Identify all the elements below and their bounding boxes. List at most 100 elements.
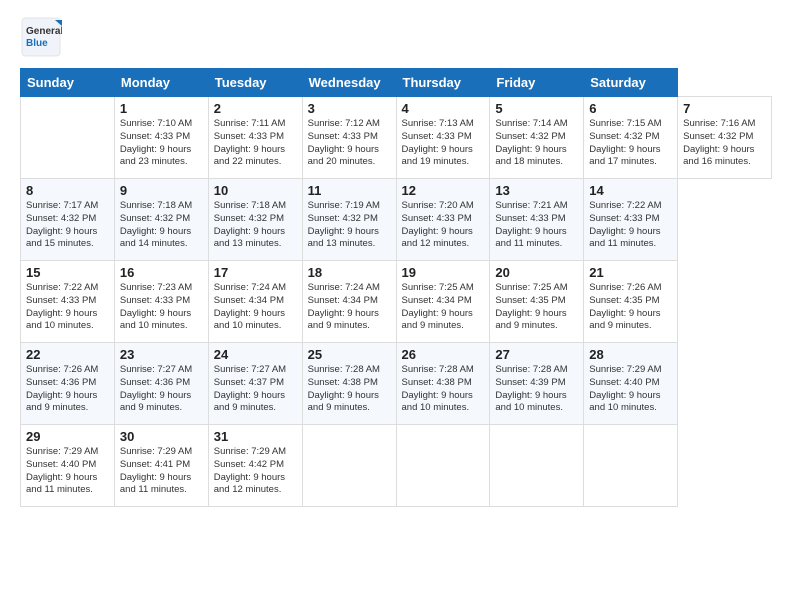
cell-info: Sunrise: 7:17 AMSunset: 4:32 PMDaylight:… xyxy=(26,200,98,249)
calendar-cell xyxy=(302,425,396,507)
day-number: 28 xyxy=(589,347,672,362)
calendar-cell xyxy=(584,425,678,507)
calendar-cell: 17 Sunrise: 7:24 AMSunset: 4:34 PMDayligh… xyxy=(208,261,302,343)
calendar-cell: 4Sunrise: 7:13 AMSunset: 4:33 PMDaylight… xyxy=(396,97,490,179)
day-number: 14 xyxy=(589,183,672,198)
day-header-monday: Monday xyxy=(114,69,208,97)
day-number: 10 xyxy=(214,183,297,198)
day-number: 1 xyxy=(120,101,203,116)
day-number: 23 xyxy=(120,347,203,362)
calendar-cell: 31 Sunrise: 7:29 AMSunset: 4:42 PMDayligh… xyxy=(208,425,302,507)
day-header-sunday: Sunday xyxy=(21,69,115,97)
calendar-cell: 20 Sunrise: 7:25 AMSunset: 4:35 PMDayligh… xyxy=(490,261,584,343)
cell-info: Sunrise: 7:12 AMSunset: 4:33 PMDaylight:… xyxy=(308,118,380,167)
page-container: General Blue SundayMondayTuesdayWednesda… xyxy=(0,0,792,517)
cell-info: Sunrise: 7:29 AMSunset: 4:41 PMDaylight:… xyxy=(120,446,192,495)
calendar-cell: 26Sunrise: 7:28 AMSunset: 4:38 PMDayligh… xyxy=(396,343,490,425)
day-number: 29 xyxy=(26,429,109,444)
calendar-cell: 9 Sunrise: 7:18 AMSunset: 4:32 PMDaylight… xyxy=(114,179,208,261)
cell-info: Sunrise: 7:18 AMSunset: 4:32 PMDaylight:… xyxy=(120,200,192,249)
calendar-table: SundayMondayTuesdayWednesdayThursdayFrid… xyxy=(20,68,772,507)
cell-info: Sunrise: 7:28 AMSunset: 4:39 PMDaylight:… xyxy=(495,364,567,413)
day-number: 3 xyxy=(308,101,391,116)
week-row-5: 29 Sunrise: 7:29 AMSunset: 4:40 PMDayligh… xyxy=(21,425,772,507)
svg-text:Blue: Blue xyxy=(26,38,48,49)
cell-info: Sunrise: 7:24 AMSunset: 4:34 PMDaylight:… xyxy=(308,282,380,331)
calendar-cell: 24 Sunrise: 7:27 AMSunset: 4:37 PMDayligh… xyxy=(208,343,302,425)
calendar-cell: 22Sunrise: 7:26 AMSunset: 4:36 PMDayligh… xyxy=(21,343,115,425)
calendar-cell: 29 Sunrise: 7:29 AMSunset: 4:40 PMDayligh… xyxy=(21,425,115,507)
day-header-tuesday: Tuesday xyxy=(208,69,302,97)
week-row-3: 15 Sunrise: 7:22 AMSunset: 4:33 PMDayligh… xyxy=(21,261,772,343)
day-header-thursday: Thursday xyxy=(396,69,490,97)
day-number: 20 xyxy=(495,265,578,280)
header: General Blue xyxy=(20,16,772,58)
calendar-cell: 28 Sunrise: 7:29 AMSunset: 4:40 PMDayligh… xyxy=(584,343,678,425)
cell-info: Sunrise: 7:11 AMSunset: 4:33 PMDaylight:… xyxy=(214,118,286,167)
calendar-cell: 7Sunrise: 7:16 AMSunset: 4:32 PMDaylight… xyxy=(678,97,772,179)
day-header-friday: Friday xyxy=(490,69,584,97)
day-number: 25 xyxy=(308,347,391,362)
cell-info: Sunrise: 7:29 AMSunset: 4:40 PMDaylight:… xyxy=(26,446,98,495)
cell-info: Sunrise: 7:19 AMSunset: 4:32 PMDaylight:… xyxy=(308,200,380,249)
calendar-cell: 5 Sunrise: 7:14 AMSunset: 4:32 PMDaylight… xyxy=(490,97,584,179)
day-header-wednesday: Wednesday xyxy=(302,69,396,97)
cell-info: Sunrise: 7:21 AMSunset: 4:33 PMDaylight:… xyxy=(495,200,567,249)
day-number: 22 xyxy=(26,347,109,362)
cell-info: Sunrise: 7:14 AMSunset: 4:32 PMDaylight:… xyxy=(495,118,567,167)
calendar-cell: 1 Sunrise: 7:10 AMSunset: 4:33 PMDaylight… xyxy=(114,97,208,179)
day-number: 17 xyxy=(214,265,297,280)
week-row-1: 1 Sunrise: 7:10 AMSunset: 4:33 PMDaylight… xyxy=(21,97,772,179)
day-number: 11 xyxy=(308,183,391,198)
calendar-cell: 18 Sunrise: 7:24 AMSunset: 4:34 PMDayligh… xyxy=(302,261,396,343)
day-number: 15 xyxy=(26,265,109,280)
cell-info: Sunrise: 7:15 AMSunset: 4:32 PMDaylight:… xyxy=(589,118,661,167)
calendar-cell: 23Sunrise: 7:27 AMSunset: 4:36 PMDayligh… xyxy=(114,343,208,425)
day-number: 24 xyxy=(214,347,297,362)
day-number: 16 xyxy=(120,265,203,280)
calendar-cell xyxy=(490,425,584,507)
cell-info: Sunrise: 7:10 AMSunset: 4:33 PMDaylight:… xyxy=(120,118,192,167)
cell-info: Sunrise: 7:29 AMSunset: 4:40 PMDaylight:… xyxy=(589,364,661,413)
day-number: 26 xyxy=(402,347,485,362)
cell-info: Sunrise: 7:22 AMSunset: 4:33 PMDaylight:… xyxy=(26,282,98,331)
calendar-cell: 15 Sunrise: 7:22 AMSunset: 4:33 PMDayligh… xyxy=(21,261,115,343)
cell-info: Sunrise: 7:18 AMSunset: 4:32 PMDaylight:… xyxy=(214,200,286,249)
calendar-cell xyxy=(21,97,115,179)
calendar-cell: 3 Sunrise: 7:12 AMSunset: 4:33 PMDaylight… xyxy=(302,97,396,179)
calendar-cell: 14 Sunrise: 7:22 AMSunset: 4:33 PMDayligh… xyxy=(584,179,678,261)
day-number: 18 xyxy=(308,265,391,280)
calendar-cell: 13 Sunrise: 7:21 AMSunset: 4:33 PMDayligh… xyxy=(490,179,584,261)
calendar-cell: 25Sunrise: 7:28 AMSunset: 4:38 PMDayligh… xyxy=(302,343,396,425)
cell-info: Sunrise: 7:25 AMSunset: 4:35 PMDaylight:… xyxy=(495,282,567,331)
cell-info: Sunrise: 7:27 AMSunset: 4:37 PMDaylight:… xyxy=(214,364,286,413)
day-header-saturday: Saturday xyxy=(584,69,678,97)
day-number: 4 xyxy=(402,101,485,116)
day-number: 2 xyxy=(214,101,297,116)
calendar-cell: 16 Sunrise: 7:23 AMSunset: 4:33 PMDayligh… xyxy=(114,261,208,343)
day-number: 21 xyxy=(589,265,672,280)
week-row-2: 8Sunrise: 7:17 AMSunset: 4:32 PMDaylight… xyxy=(21,179,772,261)
day-number: 9 xyxy=(120,183,203,198)
calendar-cell xyxy=(396,425,490,507)
week-row-4: 22Sunrise: 7:26 AMSunset: 4:36 PMDayligh… xyxy=(21,343,772,425)
cell-info: Sunrise: 7:16 AMSunset: 4:32 PMDaylight:… xyxy=(683,118,755,167)
logo-svg: General Blue xyxy=(20,16,62,58)
cell-info: Sunrise: 7:20 AMSunset: 4:33 PMDaylight:… xyxy=(402,200,474,249)
logo: General Blue xyxy=(20,16,62,58)
calendar-cell: 6 Sunrise: 7:15 AMSunset: 4:32 PMDaylight… xyxy=(584,97,678,179)
cell-info: Sunrise: 7:29 AMSunset: 4:42 PMDaylight:… xyxy=(214,446,286,495)
cell-info: Sunrise: 7:24 AMSunset: 4:34 PMDaylight:… xyxy=(214,282,286,331)
day-number: 6 xyxy=(589,101,672,116)
cell-info: Sunrise: 7:22 AMSunset: 4:33 PMDaylight:… xyxy=(589,200,661,249)
day-number: 13 xyxy=(495,183,578,198)
day-number: 5 xyxy=(495,101,578,116)
cell-info: Sunrise: 7:23 AMSunset: 4:33 PMDaylight:… xyxy=(120,282,192,331)
day-number: 19 xyxy=(402,265,485,280)
day-number: 31 xyxy=(214,429,297,444)
day-number: 27 xyxy=(495,347,578,362)
calendar-cell: 2 Sunrise: 7:11 AMSunset: 4:33 PMDaylight… xyxy=(208,97,302,179)
calendar-cell: 30Sunrise: 7:29 AMSunset: 4:41 PMDayligh… xyxy=(114,425,208,507)
svg-text:General: General xyxy=(26,26,62,37)
calendar-cell: 10 Sunrise: 7:18 AMSunset: 4:32 PMDayligh… xyxy=(208,179,302,261)
